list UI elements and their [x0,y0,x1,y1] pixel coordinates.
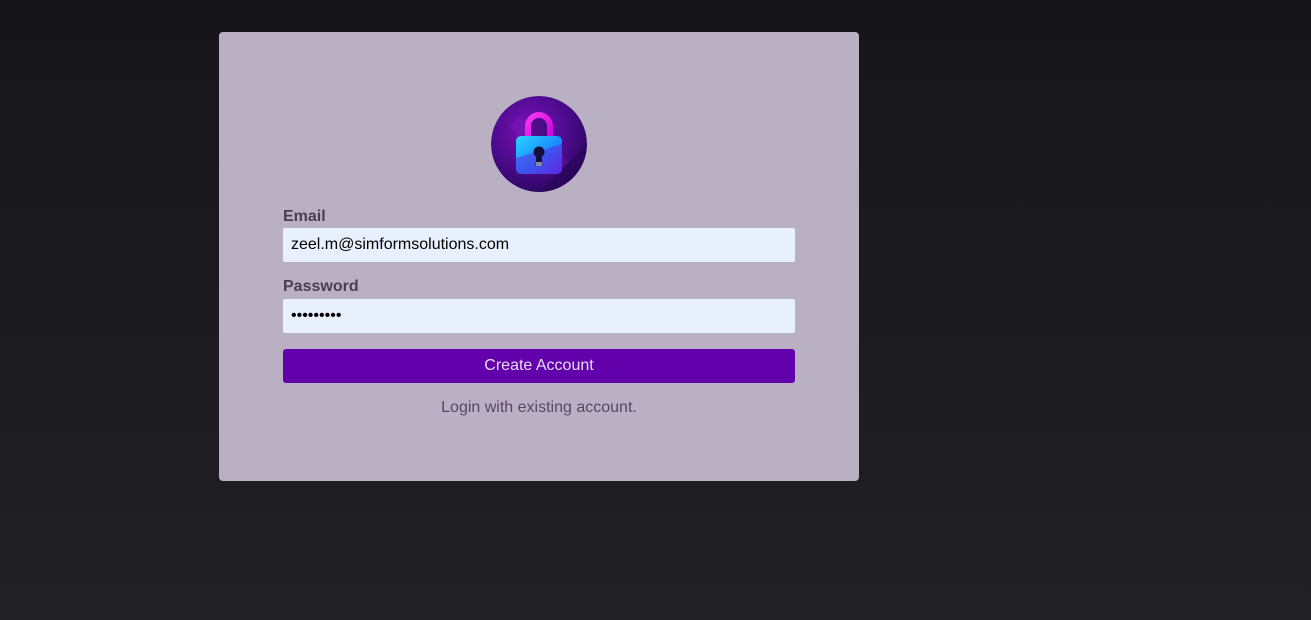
login-existing-account-link[interactable]: Login with existing account. [283,399,795,417]
create-account-button[interactable]: Create Account [283,349,795,383]
signup-card: Email Password Create Account Login with… [219,32,859,481]
password-field[interactable] [283,299,795,333]
padlock-logo [491,96,587,192]
email-field[interactable] [283,228,795,262]
padlock-icon [491,96,587,192]
password-label: Password [283,278,359,295]
email-label: Email [283,208,326,225]
